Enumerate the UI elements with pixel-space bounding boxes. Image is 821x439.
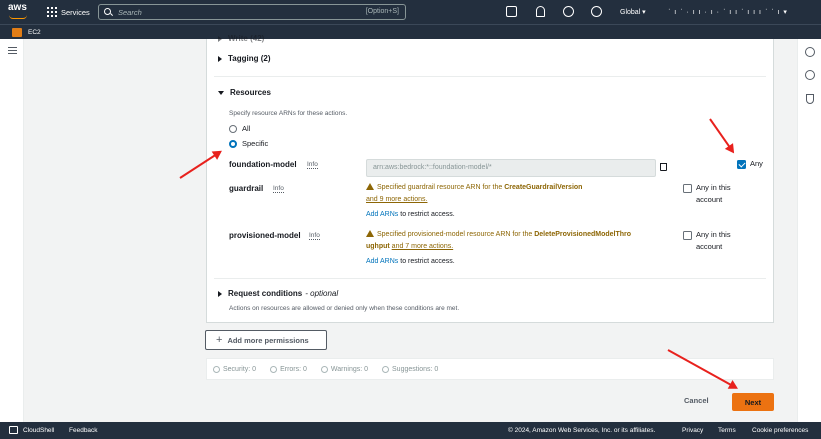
request-conditions-description: Actions on resources are allowed or deni… xyxy=(229,305,460,312)
feedback-link[interactable]: Feedback xyxy=(69,427,98,434)
error-icon xyxy=(270,365,278,373)
guardrail-more-actions-link[interactable]: and 9 more actions. xyxy=(366,196,427,203)
resources-description: Specify resource ARNs for these actions. xyxy=(229,110,348,117)
grid-icon xyxy=(47,7,57,17)
foundation-model-info-link[interactable]: Info xyxy=(307,161,318,169)
suggestions-status[interactable]: Suggestions: 0 xyxy=(382,365,438,373)
write-row[interactable]: Write (42) xyxy=(218,34,264,43)
cloudshell-link[interactable]: CloudShell xyxy=(23,427,54,434)
ec2-icon xyxy=(12,28,22,37)
radio-button[interactable] xyxy=(229,124,237,133)
provisioned-model-info-link[interactable]: Info xyxy=(309,232,320,240)
add-more-permissions-label: Add more permissions xyxy=(227,335,309,345)
provisioned-any-checkbox[interactable] xyxy=(683,231,692,240)
guardrail-any-label: Any in this account xyxy=(696,183,731,204)
divider xyxy=(214,76,766,77)
menu-icon[interactable] xyxy=(8,47,17,54)
security-status[interactable]: Security: 0 xyxy=(213,365,256,373)
help-icon[interactable] xyxy=(563,6,574,17)
info-panel-icon[interactable] xyxy=(805,47,815,57)
foundation-model-arn-input[interactable]: arn:aws:bedrock:*::foundation-model/* xyxy=(366,159,656,177)
request-conditions-row[interactable]: Request conditions - optional xyxy=(218,289,338,298)
shield-icon xyxy=(213,365,220,373)
warning-icon xyxy=(366,183,374,190)
guardrail-add-arns: Add ARNs to restrict access. xyxy=(366,211,455,218)
guardrail-warning: Specified guardrail resource ARN for the… xyxy=(366,183,583,203)
divider xyxy=(214,278,766,279)
expand-icon xyxy=(218,290,222,297)
copyright-text: © 2024, Amazon Web Services, Inc. or its… xyxy=(508,427,656,434)
radio-specific-label: Specific xyxy=(242,139,269,148)
resources-heading[interactable]: Resources xyxy=(218,88,271,97)
collapse-icon xyxy=(218,90,224,95)
tagging-label: Tagging (2) xyxy=(228,54,271,63)
privacy-link[interactable]: Privacy xyxy=(682,427,703,434)
resources-label: Resources xyxy=(230,88,271,97)
right-rail xyxy=(797,39,821,422)
request-conditions-label: Request conditions xyxy=(228,289,303,298)
flask-icon[interactable] xyxy=(806,94,814,104)
expand-icon xyxy=(218,35,222,42)
errors-status[interactable]: Errors: 0 xyxy=(270,365,307,373)
any-checkbox[interactable] xyxy=(737,160,746,169)
ec2-link[interactable]: EC2 xyxy=(28,29,41,36)
suggestion-icon xyxy=(382,365,390,373)
warning-icon xyxy=(320,365,328,373)
provisioned-model-warning: Specified provisioned-model resource ARN… xyxy=(366,230,632,250)
add-arns-link[interactable]: Add ARNs xyxy=(366,258,398,265)
left-rail xyxy=(0,39,24,422)
cookie-preferences-link[interactable]: Cookie preferences xyxy=(752,427,808,434)
search-input[interactable]: Search [Option+S] xyxy=(98,4,406,20)
provisioned-any-label: Any in this account xyxy=(696,230,731,251)
radio-specific[interactable]: Specific xyxy=(229,139,268,148)
add-arns-link[interactable]: Add ARNs xyxy=(366,211,398,218)
permissions-panel xyxy=(206,39,774,323)
write-label: Write (42) xyxy=(228,34,265,43)
console-footer: CloudShell Feedback © 2024, Amazon Web S… xyxy=(0,422,821,439)
warning-icon xyxy=(366,230,374,237)
search-shortcut: [Option+S] xyxy=(365,8,399,15)
guardrail-label: guardrail xyxy=(229,184,264,193)
optional-label: - optional xyxy=(305,289,339,298)
add-more-permissions-button[interactable]: + Add more permissions xyxy=(205,330,327,350)
region-selector[interactable]: Global ▾ xyxy=(620,8,646,16)
warnings-status[interactable]: Warnings: 0 xyxy=(320,365,368,373)
terms-link[interactable]: Terms xyxy=(718,427,736,434)
trash-icon[interactable] xyxy=(660,163,667,171)
gear-icon[interactable] xyxy=(591,6,602,17)
radio-all-label: All xyxy=(242,124,251,133)
cloudshell-icon xyxy=(9,426,18,434)
cloudshell-icon[interactable] xyxy=(506,6,517,17)
cancel-button[interactable]: Cancel xyxy=(684,396,709,405)
tagging-row[interactable]: Tagging (2) xyxy=(218,54,271,63)
expand-icon xyxy=(218,55,222,62)
radio-all[interactable]: All xyxy=(229,124,250,133)
history-icon[interactable] xyxy=(805,70,815,80)
aws-logo[interactable]: aws xyxy=(8,3,32,21)
service-bar: EC2 xyxy=(0,24,821,39)
next-button[interactable]: Next xyxy=(732,393,774,411)
search-placeholder: Search xyxy=(118,8,142,17)
provisioned-model-label: provisioned-model xyxy=(229,231,301,240)
plus-icon: + xyxy=(216,334,223,346)
provisioned-more-actions-link[interactable]: and 7 more actions. xyxy=(392,243,453,250)
guardrail-any-checkbox[interactable] xyxy=(683,184,692,193)
guardrail-info-link[interactable]: Info xyxy=(273,185,284,193)
search-icon xyxy=(104,8,111,15)
services-menu[interactable]: Services xyxy=(47,5,90,19)
foundation-model-label: foundation-model xyxy=(229,160,297,169)
any-label: Any xyxy=(750,159,763,168)
services-label: Services xyxy=(61,7,90,17)
bell-icon[interactable] xyxy=(536,6,545,17)
radio-button-selected[interactable] xyxy=(229,139,237,148)
top-navigation: aws Services Search [Option+S] Global ▾ … xyxy=(0,0,821,24)
provisioned-model-add-arns: Add ARNs to restrict access. xyxy=(366,258,455,265)
account-menu[interactable]: ˈ ı ˈ · ı ı · ı · ˈ ı ı ˈ ı ı ı ˈ ˈ ı ▾ xyxy=(668,8,788,16)
